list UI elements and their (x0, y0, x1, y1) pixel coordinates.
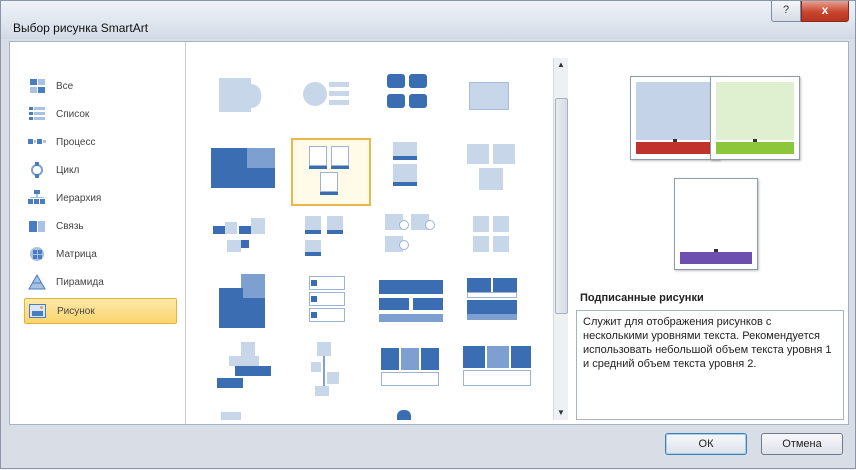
category-item-list[interactable]: Список (28, 102, 177, 126)
layout-thumbnail[interactable] (459, 338, 539, 406)
category-item-picture[interactable]: Рисунок (24, 298, 177, 324)
category-item-cycle[interactable]: Цикл (28, 158, 177, 182)
category-item-hierarchy[interactable]: Иерархия (28, 186, 177, 210)
cycle-icon (28, 162, 46, 178)
process-icon (28, 134, 46, 150)
layout-description: Служит для отображения рисунков с нескол… (576, 310, 844, 420)
category-label: Процесс (56, 136, 96, 148)
layout-thumbnail[interactable] (207, 138, 287, 206)
category-label: Связь (56, 220, 84, 232)
hierarchy-icon (28, 190, 46, 206)
category-label: Пирамида (56, 276, 104, 288)
layout-thumbnail[interactable] (291, 208, 371, 276)
layout-title: Подписанные рисунки (580, 292, 704, 304)
preview-pane: Подписанные рисунки Служит для отображен… (572, 42, 848, 424)
category-label: Список (56, 108, 90, 120)
layout-thumbnail[interactable] (291, 338, 371, 406)
layout-thumbnail[interactable] (459, 208, 539, 276)
dialog-footer: ОК Отмена (1, 425, 855, 470)
cancel-button[interactable]: Отмена (761, 433, 843, 455)
close-button[interactable]: x (801, 1, 849, 22)
layout-thumbnail[interactable] (375, 68, 455, 136)
preview-picture-card (630, 76, 720, 160)
layout-thumbnail-selected[interactable] (291, 138, 371, 206)
preview-caption-band (716, 139, 794, 154)
preview-caption-band (680, 249, 752, 264)
layout-thumbnail[interactable] (375, 270, 455, 338)
all-icon (28, 78, 46, 94)
scroll-up-icon[interactable]: ▲ (556, 60, 566, 70)
layout-thumbnail[interactable] (207, 208, 287, 276)
title-bar: Выбор рисунка SmartArt ? x (1, 1, 855, 39)
scrollbar-thumb[interactable] (555, 98, 568, 314)
category-label: Матрица (56, 248, 97, 260)
layout-thumbnail[interactable] (207, 68, 287, 136)
layout-gallery (187, 42, 549, 424)
preview-caption-band (636, 139, 714, 154)
layout-thumbnail[interactable] (375, 138, 455, 206)
layout-preview (572, 42, 848, 300)
layout-thumbnail[interactable] (459, 68, 539, 136)
preview-picture-card (674, 178, 758, 270)
layout-thumbnail[interactable] (207, 404, 287, 424)
matrix-icon (28, 246, 46, 262)
category-item-process[interactable]: Процесс (28, 130, 177, 154)
gallery-scrollbar[interactable]: ▲ ▼ (553, 58, 568, 420)
category-label: Цикл (56, 164, 80, 176)
dialog-body: Все Список Процесс Цикл Иерархия Связь М… (9, 41, 849, 425)
layout-thumbnail[interactable] (375, 338, 455, 406)
category-label: Все (56, 80, 74, 92)
category-list: Все Список Процесс Цикл Иерархия Связь М… (10, 42, 186, 424)
category-item-relationship[interactable]: Связь (28, 214, 177, 238)
relationship-icon (28, 218, 46, 234)
dialog-title: Выбор рисунка SmartArt (13, 21, 149, 35)
help-button[interactable]: ? (771, 1, 801, 22)
layout-thumbnail[interactable] (207, 270, 287, 338)
layout-thumbnail[interactable] (291, 270, 371, 338)
preview-picture-card (710, 76, 800, 160)
category-label: Иерархия (56, 192, 102, 204)
layout-thumbnail[interactable] (375, 208, 455, 276)
category-item-all[interactable]: Все (28, 74, 177, 98)
ok-button[interactable]: ОК (665, 433, 747, 455)
scroll-down-icon[interactable]: ▼ (556, 408, 566, 418)
picture-icon (29, 303, 47, 319)
category-item-pyramid[interactable]: Пирамида (28, 270, 177, 294)
layout-thumbnail[interactable] (375, 404, 455, 424)
list-icon (28, 106, 46, 122)
smartart-dialog: Выбор рисунка SmartArt ? x Все Список Пр… (0, 0, 856, 469)
layout-thumbnail[interactable] (207, 338, 287, 406)
layout-thumbnail[interactable] (459, 270, 539, 338)
layout-thumbnail[interactable] (291, 68, 371, 136)
layout-thumbnail[interactable] (459, 138, 539, 206)
category-item-matrix[interactable]: Матрица (28, 242, 177, 266)
category-label: Рисунок (57, 305, 95, 317)
pyramid-icon (28, 273, 46, 290)
